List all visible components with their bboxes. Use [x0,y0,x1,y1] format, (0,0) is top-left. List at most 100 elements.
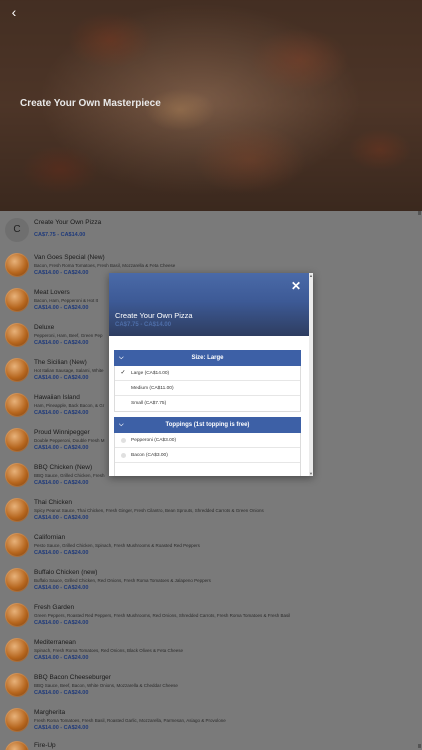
item-name: Fresh Garden [34,604,75,611]
item-options-modal: ✕ Create Your Own Pizza CA$7.75 - CA$14.… [109,273,313,476]
pizza-thumbnail [5,568,29,592]
modal-title: Create Your Own Pizza [115,311,193,320]
pizza-thumbnail [5,463,29,487]
item-description: Green Peppers, Roasted Red Peppers, Fres… [34,613,291,618]
pizza-thumbnail [5,253,29,277]
pizza-thumbnail [5,428,29,452]
size-section-header[interactable]: ⌵ Size: Large [114,350,301,366]
item-name: Buffalo Chicken (new) [34,569,98,576]
option-label: Bacon (CA$3.00) [131,453,168,458]
checkmark-icon: ✓ [120,370,126,376]
item-price: CA$14.00 - CA$24.00 [34,445,89,451]
topping-option-bacon[interactable]: Bacon (CA$3.00) [115,448,300,463]
toppings-section-label: Toppings (1st topping is free) [165,422,250,428]
item-price: CA$14.00 - CA$24.00 [34,585,89,591]
scrollbar-top[interactable] [418,211,421,215]
item-description: BBQ Sauce, Beef, Bacon, White Onions, Mo… [34,683,178,688]
item-name: Proud Winnipegger [34,429,90,436]
pizza-thumbnail [5,638,29,662]
list-item-create-your-own[interactable]: C Create Your Own Pizza CA$7.75 - CA$14.… [0,215,422,250]
item-description: Double Pepperoni, Double Fresh M [34,438,105,443]
topping-option-pepperoni[interactable]: Pepperoni (CA$3.00) [115,433,300,448]
item-price: CA$14.00 - CA$24.00 [34,305,89,311]
close-button[interactable]: ✕ [291,279,301,293]
list-item[interactable]: Margherita Fresh Roma Tomatoes, Fresh Ba… [0,705,422,740]
item-price: CA$14.00 - CA$24.00 [34,515,89,521]
item-description: Hot Italian Sausage, Salami, White [34,368,104,373]
item-price: CA$14.00 - CA$24.00 [34,480,89,486]
size-option-large[interactable]: ✓ Large (CA$14.00) [115,366,300,381]
pizza-thumbnail [5,323,29,347]
item-name: Californian [34,534,66,541]
item-name: The Sicilian (New) [34,359,87,366]
item-name: Thai Chicken [34,499,72,506]
item-description: Bacon, Fresh Roma Tomatoes, Fresh Basil,… [34,263,176,268]
item-price: CA$14.00 - CA$24.00 [34,655,89,661]
topping-option[interactable] [115,463,300,476]
scrollbar-bottom[interactable] [418,744,421,748]
item-name: Fire-Up [34,742,56,749]
list-item[interactable]: Thai Chicken Spicy Peanut Sauce, Thai Ch… [0,495,422,530]
item-description: Ham, Pineapple, Back Bacon, & Gr [34,403,105,408]
hero-banner: ‹ Create Your Own Masterpiece [0,0,422,211]
back-button[interactable]: ‹ [6,4,22,20]
item-description: Fresh Roma Tomatoes, Fresh Basil, Roaste… [34,718,226,723]
item-description: Spinach, Fresh Roma Tomatoes, Red Onions… [34,648,183,653]
item-name: Meat Lovers [34,289,70,296]
item-description: Bacon, Ham, Pepperoni & Hot It [34,298,99,303]
scroll-up-icon[interactable]: ▲ [309,273,313,278]
item-price: CA$14.00 - CA$24.00 [34,410,89,416]
list-item[interactable]: Californian Pesto Sauce, Grilled Chicken… [0,530,422,565]
pizza-thumbnail [5,708,29,732]
scroll-down-icon[interactable]: ▼ [309,471,313,476]
list-item[interactable]: Buffalo Chicken (new) Buffalo Sauce, Gri… [0,565,422,600]
toppings-options: Pepperoni (CA$3.00) Bacon (CA$3.00) [114,433,301,476]
modal-price: CA$7.75 - CA$14.00 [115,322,172,328]
list-item[interactable]: Fresh Garden Green Peppers, Roasted Red … [0,600,422,635]
item-name: BBQ Chicken (New) [34,464,93,471]
item-price: CA$14.00 - CA$24.00 [34,725,89,731]
item-description: BBQ Sauce, Grilled Chicken, Fresh [34,473,105,478]
size-option-medium[interactable]: Medium (CA$11.00) [115,381,300,396]
item-price: CA$14.00 - CA$24.00 [34,550,89,556]
checkbox-icon [121,438,126,443]
item-price: CA$7.75 - CA$14.00 [34,232,86,238]
option-label: Large (CA$14.00) [131,371,170,376]
item-price: CA$14.00 - CA$24.00 [34,620,89,626]
item-name: BBQ Bacon Cheeseburger [34,674,111,681]
list-item[interactable]: Mediterranean Spinach, Fresh Roma Tomato… [0,635,422,670]
option-label: Medium (CA$11.00) [131,386,174,391]
pizza-thumbnail [5,288,29,312]
size-option-small[interactable]: Small (CA$7.75) [115,396,300,411]
hero-title: Create Your Own Masterpiece [20,98,161,109]
pizza-thumbnail [5,358,29,382]
item-description: Buffalo Sauce, Grilled Chicken, Red Onio… [34,578,211,583]
item-name: Hawaiian Island [34,394,80,401]
item-price: CA$14.00 - CA$24.00 [34,270,89,276]
modal-header: ✕ Create Your Own Pizza CA$7.75 - CA$14.… [109,273,313,336]
item-name: Deluxe [34,324,55,331]
item-name: Van Goes Special (New) [34,254,105,261]
pizza-thumbnail [5,498,29,522]
chevron-left-icon: ‹ [11,4,17,20]
item-description: Pesto Sauce, Grilled Chicken, Spinach, F… [34,543,200,548]
pizza-thumbnail [5,533,29,557]
pizza-thumbnail [5,741,29,750]
pizza-thumbnail [5,603,29,627]
size-options: ✓ Large (CA$14.00) Medium (CA$11.00) Sma… [114,366,301,412]
list-item[interactable]: Fire-Up [0,738,422,750]
close-icon: ✕ [290,279,301,293]
pizza-thumbnail [5,393,29,417]
item-name: Margherita [34,709,66,716]
toppings-section-header[interactable]: ⌵ Toppings (1st topping is free) [114,417,301,433]
item-price: CA$14.00 - CA$24.00 [34,375,89,381]
item-description: Pepperoni, Ham, Beef, Green Pep [34,333,103,338]
item-price: CA$14.00 - CA$24.00 [34,690,89,696]
pizza-thumbnail [5,673,29,697]
item-price: CA$14.00 - CA$24.00 [34,340,89,346]
option-label: Pepperoni (CA$3.00) [131,438,177,443]
size-section-label: Size: Large [191,355,224,361]
checkbox-icon [121,453,126,458]
modal-scrollbar[interactable]: ▲ ▼ [309,273,313,476]
list-item[interactable]: BBQ Bacon Cheeseburger BBQ Sauce, Beef, … [0,670,422,705]
